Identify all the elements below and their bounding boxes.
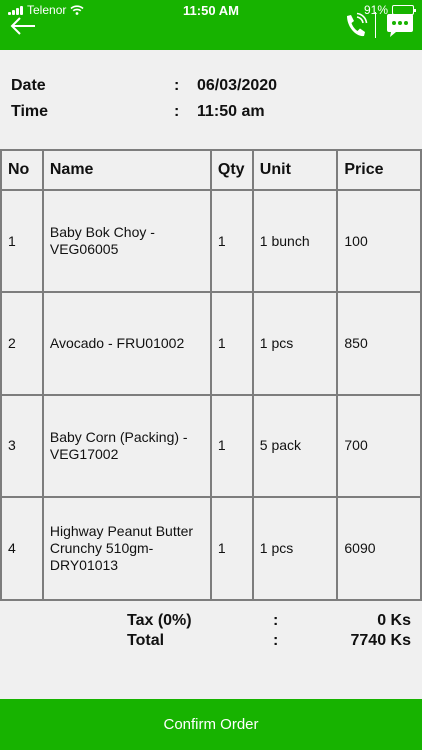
cell-qty: 1: [209, 393, 254, 498]
table-header-row: No Name Qty Unit Price: [0, 149, 422, 191]
cell-name: Baby Corn (Packing) - VEG17002: [41, 393, 212, 498]
total-value: 7740 Ks: [350, 632, 412, 649]
total-label: Total: [127, 632, 165, 649]
date-label: Date: [11, 77, 46, 94]
cell-no: 1: [0, 189, 44, 293]
cell-price: 6090: [336, 496, 422, 601]
arrow-left-icon[interactable]: [8, 14, 38, 38]
column-header-qty: Qty: [209, 149, 254, 191]
cell-unit: 1 bunch: [251, 189, 339, 293]
cell-unit: 1 pcs: [251, 496, 339, 601]
order-items-table: No Name Qty Unit Price 1 Baby Bok Choy -…: [0, 149, 422, 601]
tax-label: Tax (0%): [127, 612, 192, 629]
time-value: 11:50 am: [197, 103, 265, 120]
cell-no: 4: [0, 496, 44, 601]
tax-value: 0 Ks: [377, 612, 411, 629]
cell-name: Avocado - FRU01002: [41, 291, 212, 396]
column-header-no: No: [0, 149, 44, 191]
table-row: 1 Baby Bok Choy - VEG06005 1 1 bunch 100: [0, 189, 422, 293]
date-value: 06/03/2020: [197, 77, 278, 94]
column-header-price: Price: [336, 149, 422, 191]
chat-bubble-icon[interactable]: [385, 12, 415, 40]
tax-separator: :: [273, 612, 279, 629]
date-row: Date : 06/03/2020: [0, 72, 422, 98]
phone-icon[interactable]: [342, 12, 368, 40]
table-row: 3 Baby Corn (Packing) - VEG17002 1 5 pac…: [0, 393, 422, 498]
total-row: Total : 7740 Ks: [0, 632, 422, 652]
cell-unit: 5 pack: [251, 393, 339, 498]
order-totals: Tax (0%) : 0 Ks Total : 7740 Ks: [0, 612, 422, 652]
cell-qty: 1: [209, 189, 254, 293]
column-header-unit: Unit: [251, 149, 339, 191]
header-divider: [375, 12, 376, 38]
order-info: Date : 06/03/2020 Time : 11:50 am: [0, 72, 422, 124]
cell-price: 100: [336, 189, 422, 293]
cell-name: Baby Bok Choy - VEG06005: [41, 189, 212, 293]
cell-unit: 1 pcs: [251, 291, 339, 396]
time-separator: :: [174, 103, 180, 120]
total-separator: :: [273, 632, 279, 649]
confirm-order-button[interactable]: Confirm Order: [0, 699, 422, 750]
cell-no: 3: [0, 393, 44, 498]
time-label: Time: [11, 103, 49, 120]
cell-price: 850: [336, 291, 422, 396]
cell-no: 2: [0, 291, 44, 396]
table-row: 4 Highway Peanut Butter Crunchy 510gm-DR…: [0, 496, 422, 601]
date-separator: :: [174, 77, 180, 94]
table-row: 2 Avocado - FRU01002 1 1 pcs 850: [0, 291, 422, 396]
time-row: Time : 11:50 am: [0, 98, 422, 124]
cell-qty: 1: [209, 496, 254, 601]
cell-name: Highway Peanut Butter Crunchy 510gm-DRY0…: [41, 496, 212, 601]
app-header: Telenor 11:50 AM 91%: [0, 0, 422, 50]
cell-qty: 1: [209, 291, 254, 396]
tax-row: Tax (0%) : 0 Ks: [0, 612, 422, 632]
cell-price: 700: [336, 393, 422, 498]
column-header-name: Name: [41, 149, 212, 191]
